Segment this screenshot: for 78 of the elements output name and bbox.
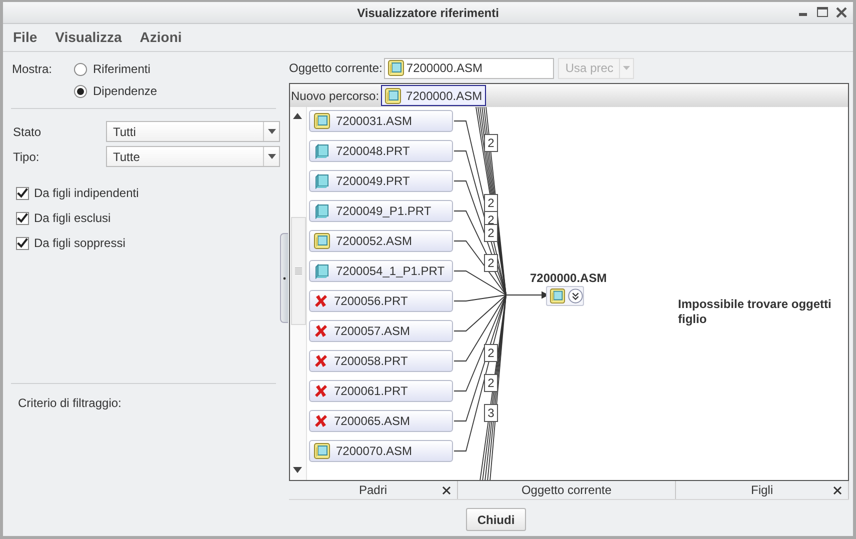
count-label: 2 xyxy=(484,254,498,272)
parent-node[interactable]: 7200058.PRT xyxy=(309,350,453,372)
count-label: 2 xyxy=(484,224,498,242)
checkbox[interactable] xyxy=(16,186,29,200)
count-label: 3 xyxy=(484,404,498,422)
scroll-thumb[interactable] xyxy=(291,217,306,325)
filter-criteria-label: Criterio di filtraggio: xyxy=(17,395,122,412)
window-title: Visualizzatore riferimenti xyxy=(357,4,499,22)
part-icon xyxy=(314,263,330,279)
assembly-icon xyxy=(314,443,330,459)
parent-node[interactable]: 7200057.ASM xyxy=(309,320,453,342)
menu-item[interactable]: File xyxy=(13,27,38,48)
assembly-icon xyxy=(314,233,330,249)
assembly-icon xyxy=(550,288,565,304)
node-title: 7200000.ASM xyxy=(530,270,607,287)
parent-node[interactable]: 7200031.ASM xyxy=(309,110,453,132)
radio-label: Riferimenti xyxy=(93,61,150,78)
current-object-field[interactable]: 7200000.ASM xyxy=(384,58,554,78)
missing-icon xyxy=(314,294,328,308)
parent-node[interactable]: 7200049.PRT xyxy=(309,170,453,192)
part-icon xyxy=(314,173,330,189)
pane-tab[interactable]: Padri xyxy=(289,481,458,499)
scroll-up-icon[interactable] xyxy=(293,113,302,119)
parent-node[interactable]: 7200048.PRT xyxy=(309,140,453,162)
checkbox-label: Da figli indipendenti xyxy=(34,185,139,202)
empty-message: Impossibile trovare oggetti figlio xyxy=(678,297,832,327)
assembly-icon xyxy=(388,60,404,76)
checkbox-label: Da figli soppressi xyxy=(34,235,126,252)
caret-icon xyxy=(623,66,630,70)
parent-node[interactable]: 7200054_1_P1.PRT xyxy=(309,260,453,282)
close-icon[interactable] xyxy=(442,486,451,495)
parent-node[interactable]: 7200065.ASM xyxy=(309,410,453,432)
pane-tab[interactable]: Figli xyxy=(676,481,849,499)
field-label: Tipo: xyxy=(13,148,40,166)
parent-node[interactable]: 7200056.PRT xyxy=(309,290,453,312)
close-icon[interactable] xyxy=(833,486,842,495)
path-label: Nuovo percorso: xyxy=(291,88,380,104)
current-node[interactable] xyxy=(546,286,584,306)
menu-item[interactable]: Visualizza xyxy=(55,27,122,48)
caret-icon xyxy=(268,154,276,159)
close-icon[interactable] xyxy=(836,6,847,18)
maximize-icon[interactable] xyxy=(817,6,828,18)
assembly-icon xyxy=(385,88,402,104)
field-label: Oggetto corrente: xyxy=(289,60,382,77)
expand-icon[interactable] xyxy=(568,288,583,304)
path-item[interactable]: 7200000.ASM xyxy=(381,85,486,106)
parent-node[interactable]: 7200049_P1.PRT xyxy=(309,200,453,222)
radio-label: Dipendenze xyxy=(93,83,158,100)
missing-icon xyxy=(314,324,328,338)
splitter-handle[interactable] xyxy=(280,233,288,323)
caret-icon xyxy=(268,129,276,134)
checkbox-label: Da figli esclusi xyxy=(34,210,111,227)
field-label: Mostra: xyxy=(12,61,52,78)
dropdown[interactable]: Tutte xyxy=(106,146,280,167)
close-button[interactable]: Chiudi xyxy=(466,508,526,531)
radio-button[interactable] xyxy=(74,84,88,98)
part-icon xyxy=(314,203,330,219)
scrollbar[interactable] xyxy=(290,107,307,480)
missing-icon xyxy=(314,354,328,368)
count-label: 2 xyxy=(484,134,498,152)
count-label: 2 xyxy=(484,344,498,362)
missing-icon xyxy=(314,384,328,398)
scroll-down-icon[interactable] xyxy=(293,467,302,473)
field-label: Stato xyxy=(13,124,42,140)
count-label: 2 xyxy=(484,374,498,392)
parent-node[interactable]: 7200070.ASM xyxy=(309,440,453,462)
checkbox[interactable] xyxy=(16,236,29,250)
radio-button[interactable] xyxy=(74,62,88,76)
parent-node[interactable]: 7200061.PRT xyxy=(309,380,453,402)
checkbox[interactable] xyxy=(16,212,29,224)
menu-item[interactable]: Azioni xyxy=(140,27,182,48)
pane-tab[interactable]: Oggetto corrente xyxy=(458,481,676,499)
missing-icon xyxy=(314,414,328,428)
part-icon xyxy=(314,143,330,159)
dropdown[interactable]: Tutti xyxy=(106,121,280,142)
count-label: 2 xyxy=(484,194,498,212)
parent-node[interactable]: 7200052.ASM xyxy=(309,230,453,252)
assembly-icon xyxy=(314,113,330,129)
